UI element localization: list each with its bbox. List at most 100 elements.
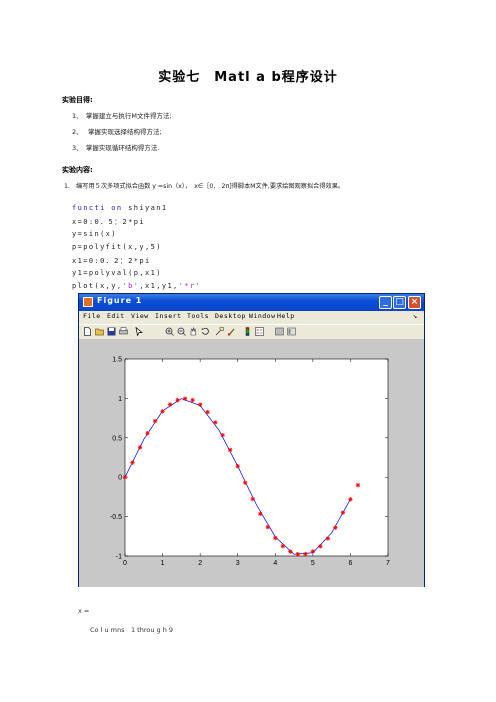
output-var: x = <box>78 607 90 615</box>
data-point-star <box>280 543 285 549</box>
hide-plot-tools-icon[interactable] <box>275 327 284 336</box>
data-point-star <box>205 409 210 415</box>
menu-help[interactable]: Help <box>277 312 295 320</box>
x-tick-label: 2 <box>198 560 202 567</box>
brush-icon[interactable] <box>227 327 236 336</box>
x-tick-label: 5 <box>311 560 315 567</box>
x-tick-label: 6 <box>348 560 352 567</box>
maximize-button[interactable]: □ <box>393 296 406 309</box>
y-tick-label: 0 <box>118 475 122 482</box>
x-tick-label: 4 <box>273 560 277 567</box>
data-point-star <box>152 418 158 424</box>
data-point-star <box>250 496 255 502</box>
print-icon[interactable] <box>119 327 128 336</box>
figure-window: Figure 1 _ □ × File Edit View Insert Too… <box>78 293 425 587</box>
data-point-star <box>122 475 128 480</box>
data-point-star <box>340 510 346 515</box>
purpose-heading: 实验目得: <box>62 96 93 104</box>
data-point-star <box>243 480 248 485</box>
save-icon[interactable] <box>107 327 116 336</box>
data-point-star <box>355 482 361 488</box>
code-string: '*r' <box>178 282 202 290</box>
open-folder-icon[interactable] <box>95 327 104 336</box>
figure-toolbar <box>79 324 424 340</box>
matlab-logo-icon <box>83 297 93 307</box>
show-plot-tools-icon[interactable] <box>287 327 296 336</box>
x-tick-label: 0 <box>123 560 127 567</box>
menu-tools[interactable]: Tools <box>187 312 209 320</box>
data-point-star <box>182 396 188 401</box>
x-tick-label: 7 <box>386 560 390 567</box>
code-line-6: y1=polyval(p,x1) <box>72 269 162 277</box>
y-tick-label: -1 <box>116 554 122 561</box>
axes-box <box>124 358 389 557</box>
menu-dock-icon[interactable]: ↘ <box>413 312 418 320</box>
data-point-star <box>212 420 218 425</box>
code-keyword: functi on <box>72 204 123 212</box>
data-point-star <box>348 497 353 502</box>
menu-bar: File Edit View Insert Tools Desktop Wind… <box>79 311 424 323</box>
code-text: shiyan1 <box>122 204 168 212</box>
code-line-5: x1=0:0．2：2*pi <box>72 257 151 265</box>
output-columns: Co l u mns 1 throu g h 9 <box>90 626 174 634</box>
purpose-item-1: 1、 掌握建立与执行M文件得方法; <box>72 112 172 120</box>
page-title: 实验七 Matl a b程序设计 <box>158 70 338 85</box>
content-heading: 实验内容: <box>62 166 93 174</box>
code-line-7: plot(x,y,'b',x1,y1,'*r' <box>72 282 201 290</box>
figure-canvas: 0 1 2 3 4 5 6 7 -1 -0.5 0 0.5 1 1.5 <box>79 339 424 587</box>
code-line-1: functi on shiyan1 <box>72 204 167 212</box>
purpose-item-3: 3、 掌握实现循环结构得方法. <box>72 144 160 152</box>
data-point-star <box>160 409 165 414</box>
y-tick-label: -0.5 <box>110 514 122 521</box>
purpose-item-2: 2、 掌握实现选择结构得方法; <box>72 128 162 136</box>
menu-file[interactable]: File <box>83 312 101 320</box>
data-point-star <box>167 402 173 407</box>
data-point-star <box>175 397 180 403</box>
code-string: 'b' <box>122 282 140 290</box>
minimize-button[interactable]: _ <box>379 296 392 309</box>
pan-hand-icon[interactable] <box>189 327 198 336</box>
menu-window[interactable]: Window <box>249 312 275 320</box>
data-point-star <box>197 402 203 407</box>
data-point-star <box>325 536 331 541</box>
data-point-star <box>318 544 323 549</box>
data-point-star <box>295 551 301 557</box>
data-point-star <box>273 535 278 541</box>
figure-title: Figure 1 <box>97 296 143 305</box>
zoom-out-icon[interactable] <box>177 327 186 336</box>
task-description: 1. 编写用５次多项式拟合函数 y =sin（x）， x∈［0, 2π]得脚本M… <box>64 183 345 190</box>
colorbar-icon[interactable] <box>243 327 252 336</box>
data-point-star <box>310 549 316 554</box>
figure-titlebar[interactable]: Figure 1 _ □ × <box>79 294 424 311</box>
menu-insert[interactable]: Insert <box>155 312 181 320</box>
code-line-3: y=sin(x) <box>72 230 117 238</box>
close-button[interactable]: × <box>408 296 421 309</box>
legend-icon[interactable] <box>255 327 264 336</box>
y-tick-label: 1 <box>118 396 122 403</box>
code-line-2: x=0:0．5：2*pi <box>72 218 145 226</box>
zoom-in-icon[interactable] <box>165 327 174 336</box>
data-point-star <box>130 460 135 465</box>
menu-view[interactable]: View <box>131 312 149 320</box>
data-point-star <box>220 432 225 438</box>
code-text: plot(x,y, <box>72 282 123 290</box>
code-text: ,x1,y1, <box>139 282 179 290</box>
data-point-star <box>288 549 293 554</box>
pointer-icon[interactable] <box>135 327 144 336</box>
data-point-star <box>228 447 233 453</box>
menu-desktop[interactable]: Desktop <box>215 312 246 320</box>
data-point-star <box>333 525 338 530</box>
data-point-star <box>235 463 240 469</box>
data-point-star <box>265 524 270 530</box>
sine-fit-chart: 0 1 2 3 4 5 6 7 -1 -0.5 0 0.5 1 1.5 <box>110 357 390 568</box>
data-point-star <box>190 397 195 403</box>
new-file-icon[interactable] <box>83 327 92 336</box>
data-cursor-icon[interactable] <box>215 327 224 336</box>
menu-edit[interactable]: Edit <box>107 312 125 320</box>
x-tick-label: 3 <box>236 560 240 567</box>
code-line-4: p=polyfit(x,y,5) <box>72 243 162 251</box>
data-point-star <box>258 511 263 517</box>
y-tick-label: 0.5 <box>112 435 122 442</box>
rotate-icon[interactable] <box>201 327 210 336</box>
x-tick-label: 1 <box>161 560 165 567</box>
